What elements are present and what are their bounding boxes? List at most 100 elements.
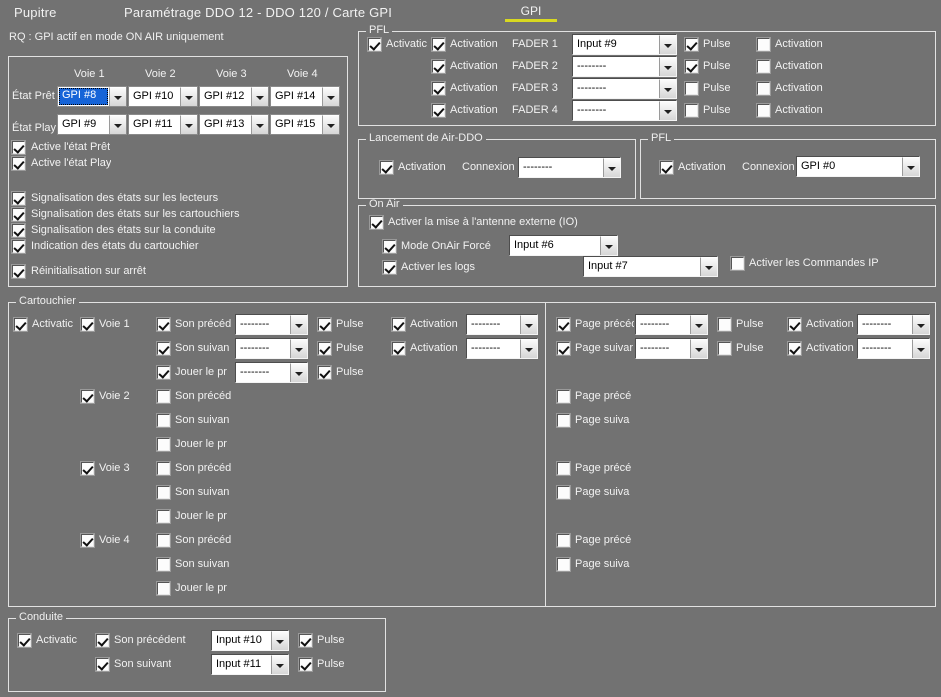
checkbox-lancement-activation[interactable] [380, 161, 393, 174]
chevron-down-icon[interactable] [251, 115, 268, 134]
checkbox-conduite-son-suivant-pulse[interactable] [299, 658, 312, 671]
checkbox-v4-son-suivant[interactable] [157, 558, 170, 571]
tab-gpi[interactable]: GPI [505, 4, 557, 22]
checkbox-pfl-master[interactable] [368, 38, 381, 51]
checkbox-v3-jouer-premier[interactable] [157, 510, 170, 523]
combo-conduite-son-precedent[interactable]: Input #10 [211, 630, 289, 651]
chevron-down-icon[interactable] [251, 87, 268, 106]
checkbox-v3-son-precedent[interactable] [157, 462, 170, 475]
checkbox-pflconn-activation[interactable] [660, 161, 673, 174]
checkbox-v1-page-precedente-activation[interactable] [788, 318, 801, 331]
combo-v1-son-suivant-activation[interactable]: -------- [466, 338, 538, 359]
checkbox-v1-son-suivant-activation[interactable] [392, 342, 405, 355]
checkbox-v1-page-suivante-pulse[interactable] [718, 342, 731, 355]
chevron-down-icon[interactable] [690, 339, 707, 358]
checkbox-v2-son-precedent[interactable] [157, 390, 170, 403]
checkbox-indication-cartouchier[interactable] [12, 240, 25, 253]
combo-play-voie1[interactable]: GPI #9 [57, 114, 127, 135]
checkbox-pfl-fader1-activation[interactable] [432, 38, 445, 51]
checkbox-v3-son-suivant[interactable] [157, 486, 170, 499]
checkbox-signal-conduite[interactable] [12, 224, 25, 237]
combo-play-voie4[interactable]: GPI #15 [270, 114, 340, 135]
checkbox-v1-son-precedent[interactable] [157, 318, 170, 331]
checkbox-v3-page-suivante[interactable] [557, 486, 570, 499]
checkbox-v1-page-precedente[interactable] [557, 318, 570, 331]
chevron-down-icon[interactable] [520, 339, 537, 358]
combo-v1-page-suivante[interactable]: -------- [635, 338, 708, 359]
checkbox-active-etat-pret[interactable] [12, 141, 25, 154]
checkbox-v2-page-suivante[interactable] [557, 414, 570, 427]
checkbox-v4-son-precedent[interactable] [157, 534, 170, 547]
combo-v1-page-precedente-activation[interactable]: -------- [857, 314, 930, 335]
combo-v1-page-suivante-activation[interactable]: -------- [857, 338, 930, 359]
checkbox-pfl-fader1-pulse[interactable] [685, 38, 698, 51]
checkbox-signal-cartouchiers[interactable] [12, 208, 25, 221]
checkbox-cartouchier-voie2[interactable] [81, 390, 94, 403]
checkbox-cartouchier-master[interactable] [14, 318, 27, 331]
chevron-down-icon[interactable] [603, 158, 620, 177]
checkbox-v1-page-suivante[interactable] [557, 342, 570, 355]
checkbox-v3-page-precedente[interactable] [557, 462, 570, 475]
chevron-down-icon[interactable] [912, 315, 929, 334]
combo-v1-jouer-premier[interactable]: -------- [235, 362, 308, 383]
checkbox-v2-son-suivant[interactable] [157, 414, 170, 427]
checkbox-conduite-master[interactable] [18, 634, 31, 647]
checkbox-v1-son-precedent-pulse[interactable] [318, 318, 331, 331]
checkbox-v1-jouer-premier[interactable] [157, 366, 170, 379]
chevron-down-icon[interactable] [180, 115, 197, 134]
checkbox-pfl-fader3-pulse[interactable] [685, 82, 698, 95]
combo-v1-son-precedent-activation[interactable]: -------- [466, 314, 538, 335]
checkbox-cartouchier-voie4[interactable] [81, 534, 94, 547]
checkbox-cartouchier-voie1[interactable] [81, 318, 94, 331]
combo-pret-voie2[interactable]: GPI #10 [128, 86, 198, 107]
checkbox-v1-son-suivant[interactable] [157, 342, 170, 355]
checkbox-v1-page-suivante-activation[interactable] [788, 342, 801, 355]
checkbox-onair-force[interactable] [383, 240, 396, 253]
chevron-down-icon[interactable] [271, 655, 288, 674]
chevron-down-icon[interactable] [180, 87, 197, 106]
checkbox-onair-logs[interactable] [383, 261, 396, 274]
checkbox-onair-externe[interactable] [370, 216, 383, 229]
chevron-down-icon[interactable] [659, 79, 676, 98]
checkbox-pfl-fader2-pulse[interactable] [685, 60, 698, 73]
combo-pret-voie3[interactable]: GPI #12 [199, 86, 269, 107]
combo-pfl-fader1[interactable]: Input #9 [572, 34, 677, 55]
checkbox-v1-son-precedent-activation[interactable] [392, 318, 405, 331]
checkbox-v4-page-suivante[interactable] [557, 558, 570, 571]
chevron-down-icon[interactable] [659, 101, 676, 120]
chevron-down-icon[interactable] [912, 339, 929, 358]
checkbox-onair-commandes-ip[interactable] [731, 257, 744, 270]
chevron-down-icon[interactable] [520, 315, 537, 334]
checkbox-v4-jouer-premier[interactable] [157, 582, 170, 595]
checkbox-v2-page-precedente[interactable] [557, 390, 570, 403]
checkbox-conduite-son-suivant[interactable] [96, 658, 109, 671]
chevron-down-icon[interactable] [902, 157, 919, 176]
checkbox-pfl-fader2-activation2[interactable] [757, 60, 770, 73]
checkbox-v1-page-precedente-pulse[interactable] [718, 318, 731, 331]
combo-pflconn-connexion[interactable]: GPI #0 [796, 156, 920, 177]
checkbox-pfl-fader4-pulse[interactable] [685, 104, 698, 117]
combo-pfl-fader3[interactable]: -------- [572, 78, 677, 99]
chevron-down-icon[interactable] [109, 115, 126, 134]
checkbox-v2-jouer-premier[interactable] [157, 438, 170, 451]
checkbox-signal-lecteurs[interactable] [12, 192, 25, 205]
checkbox-conduite-son-precedent-pulse[interactable] [299, 634, 312, 647]
checkbox-pfl-fader3-activation2[interactable] [757, 82, 770, 95]
checkbox-pfl-fader4-activation[interactable] [432, 104, 445, 117]
chevron-down-icon[interactable] [109, 87, 126, 106]
chevron-down-icon[interactable] [290, 363, 307, 382]
chevron-down-icon[interactable] [290, 315, 307, 334]
checkbox-pfl-fader2-activation[interactable] [432, 60, 445, 73]
combo-v1-son-precedent[interactable]: -------- [235, 314, 308, 335]
checkbox-v1-son-suivant-pulse[interactable] [318, 342, 331, 355]
chevron-down-icon[interactable] [659, 57, 676, 76]
chevron-down-icon[interactable] [271, 631, 288, 650]
checkbox-active-etat-play[interactable] [12, 157, 25, 170]
chevron-down-icon[interactable] [700, 257, 717, 276]
combo-pfl-fader2[interactable]: -------- [572, 56, 677, 77]
combo-pfl-fader4[interactable]: -------- [572, 100, 677, 121]
combo-pret-voie1[interactable]: GPI #8 [57, 86, 127, 107]
combo-onair-logs[interactable]: Input #7 [583, 256, 718, 277]
checkbox-reinit-arret[interactable] [12, 265, 25, 278]
checkbox-pfl-fader3-activation[interactable] [432, 82, 445, 95]
